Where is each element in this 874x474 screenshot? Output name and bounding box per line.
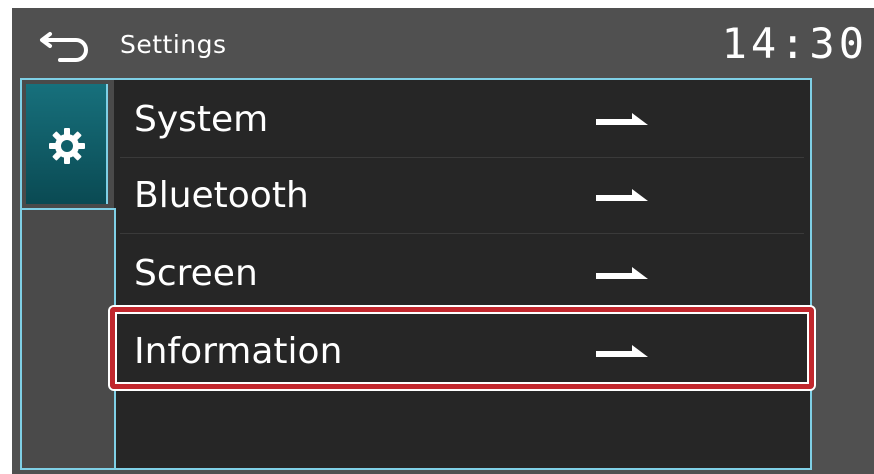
menu-item-bluetooth[interactable]: Bluetooth: [120, 158, 804, 234]
settings-panel: System Bluetooth Screen Information: [20, 78, 812, 470]
tab-divider: [22, 208, 116, 210]
menu-item-system[interactable]: System: [120, 82, 804, 158]
tab-divider-vertical: [114, 208, 116, 470]
back-button[interactable]: [38, 28, 94, 62]
menu-item-screen[interactable]: Screen: [120, 236, 804, 312]
menu-item-label: Information: [134, 331, 343, 372]
settings-menu: System Bluetooth Screen Information: [120, 80, 804, 468]
menu-item-information[interactable]: Information: [120, 314, 804, 390]
menu-item-label: Screen: [134, 253, 258, 294]
head-unit-screen: Settings 14:30 System Bluetooth Screen I…: [12, 8, 874, 474]
back-arrow-icon: [38, 28, 94, 62]
header-bar: Settings 14:30: [12, 8, 874, 78]
right-arrow-icon: [596, 342, 650, 362]
menu-item-label: Bluetooth: [134, 175, 309, 216]
right-arrow-icon: [596, 264, 650, 284]
right-arrow-icon: [596, 186, 650, 206]
right-arrow-icon: [596, 110, 650, 130]
gear-icon: [47, 126, 87, 166]
category-sidebar: [22, 80, 116, 470]
menu-item-label: System: [134, 99, 269, 140]
tab-settings[interactable]: [26, 84, 108, 204]
page-title: Settings: [120, 30, 227, 59]
clock: 14:30: [721, 19, 868, 68]
